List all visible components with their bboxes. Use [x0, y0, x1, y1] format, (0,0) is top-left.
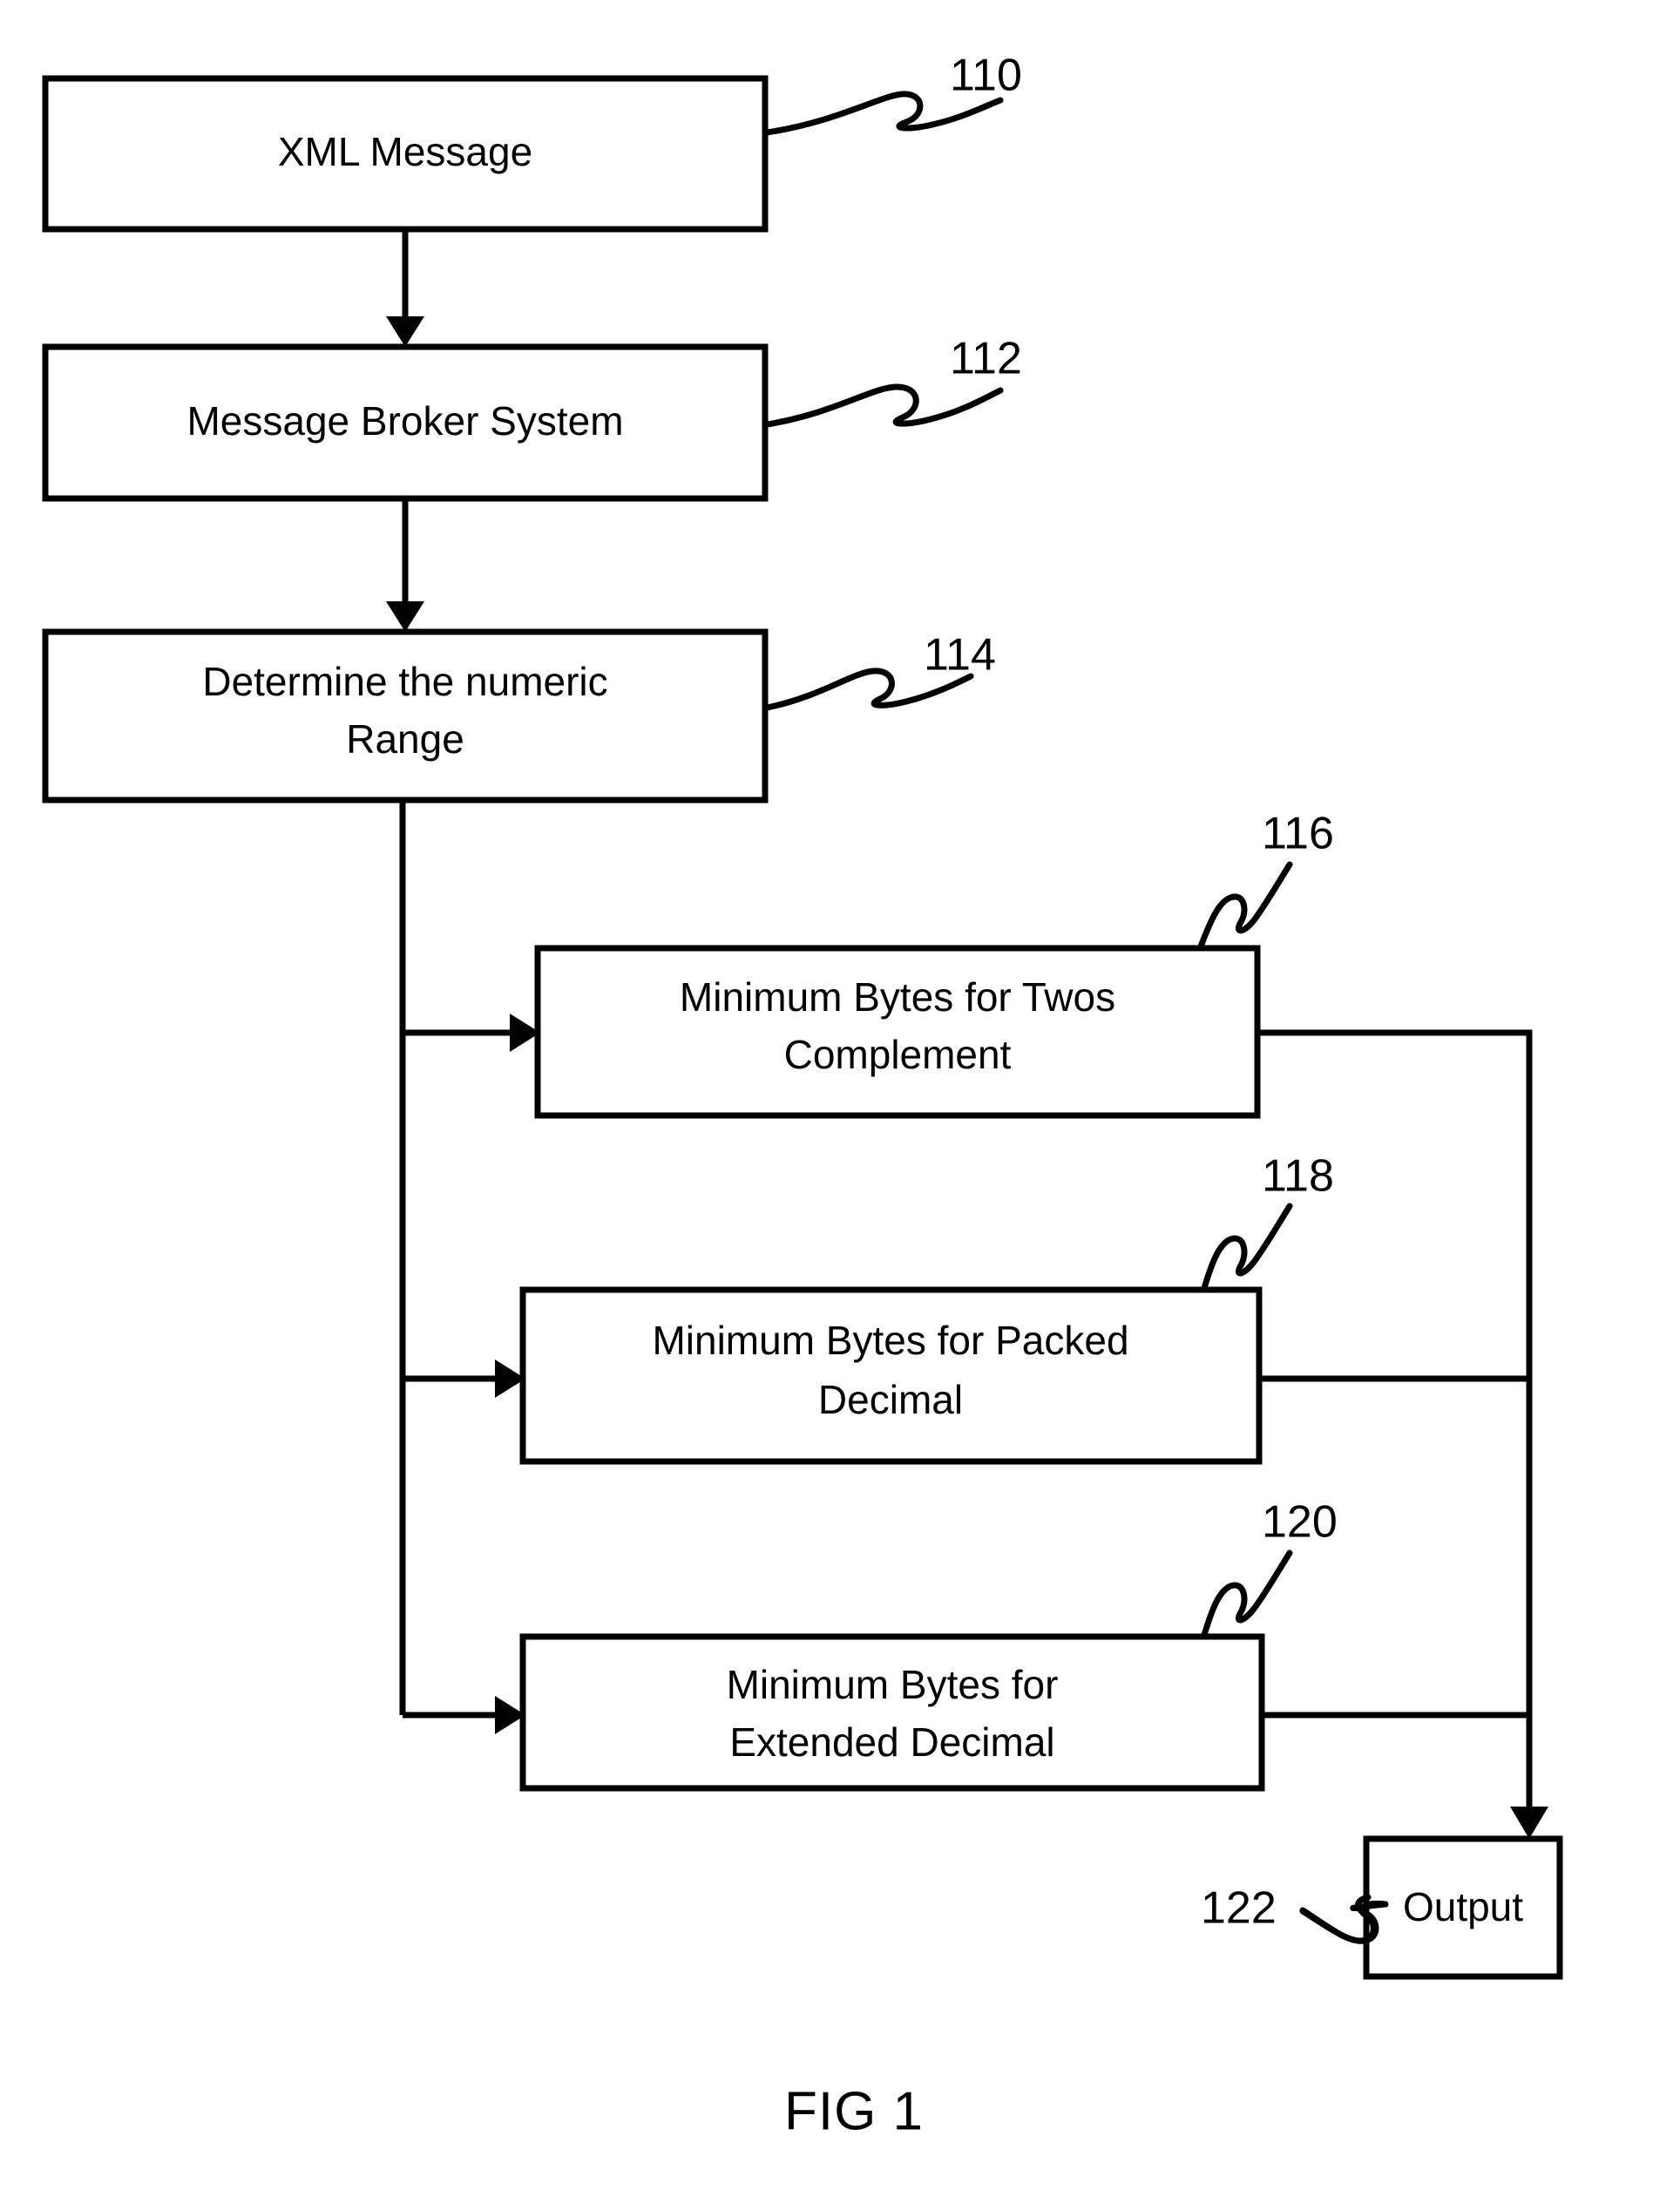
arrowhead-112-to-114	[386, 601, 424, 632]
node-min-bytes-packed-decimal[interactable]: Minimum Bytes for Packed Decimal	[519, 1286, 1263, 1465]
ref-number-112: 112	[950, 334, 1022, 384]
min-bytes-twos-complement-label-line1: Minimum Bytes for Twos	[680, 974, 1115, 1020]
ref-number-120: 120	[1262, 1497, 1338, 1548]
min-bytes-packed-decimal-box[interactable]	[519, 1286, 1263, 1465]
figure-container: XML Message 110 Message Broker System 11…	[0, 0, 1680, 2190]
leader-line-120	[1201, 1549, 1293, 1638]
ref-number-110: 110	[950, 51, 1022, 101]
min-bytes-packed-decimal-label-line2: Decimal	[818, 1377, 963, 1422]
output-label: Output	[1403, 1884, 1523, 1929]
node-xml-message[interactable]: XML Message	[42, 75, 769, 233]
min-bytes-extended-decimal-box[interactable]	[519, 1633, 1265, 1792]
min-bytes-extended-decimal-label-line1: Minimum Bytes for	[727, 1662, 1059, 1707]
arrowhead-110-to-112	[386, 316, 424, 347]
node-determine-numeric-range[interactable]: Determine the numeric Range	[42, 628, 769, 803]
node-min-bytes-extended-decimal[interactable]: Minimum Bytes for Extended Decimal	[519, 1633, 1265, 1792]
node-min-bytes-twos-complement[interactable]: Minimum Bytes for Twos Complement	[534, 945, 1261, 1119]
flowchart-diagram: XML Message 110 Message Broker System 11…	[42, 51, 1563, 2141]
leader-line-116	[1197, 861, 1293, 950]
determine-numeric-range-label-line1: Determine the numeric	[202, 659, 607, 704]
ref-number-118: 118	[1262, 1151, 1334, 1202]
determine-numeric-range-label-line2: Range	[346, 716, 464, 762]
min-bytes-twos-complement-label-line2: Complement	[784, 1032, 1012, 1077]
leader-line-112	[763, 383, 1004, 428]
ref-number-122: 122	[1201, 1883, 1277, 1934]
node-output[interactable]: Output	[1363, 1835, 1563, 1980]
ref-number-114: 114	[924, 630, 996, 681]
message-broker-system-label: Message Broker System	[186, 398, 623, 444]
min-bytes-packed-decimal-label-line1: Minimum Bytes for Packed	[652, 1318, 1128, 1363]
min-bytes-extended-decimal-label-line2: Extended Decimal	[729, 1719, 1054, 1765]
figure-caption: FIG 1	[784, 2081, 924, 2141]
arrowhead-to-output	[1510, 1807, 1548, 1839]
leader-line-118	[1201, 1203, 1293, 1292]
xml-message-label: XML Message	[278, 129, 532, 174]
ref-number-116: 116	[1262, 809, 1334, 859]
node-message-broker-system[interactable]: Message Broker System	[42, 343, 769, 502]
